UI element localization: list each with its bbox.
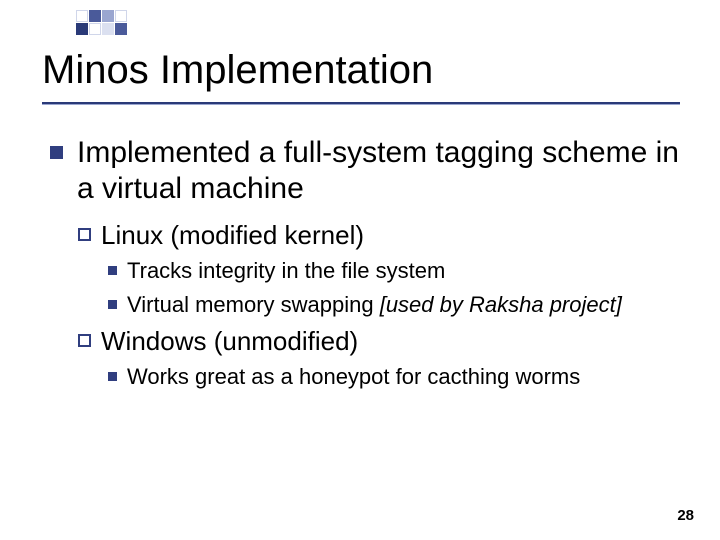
bullet-text-italic: [used by Raksha project] [380, 292, 622, 317]
header-grid-icon [76, 10, 128, 36]
slide-title: Minos Implementation [42, 48, 433, 93]
hollow-square-bullet-icon [78, 228, 91, 241]
small-square-bullet-icon [108, 266, 117, 275]
bullet-level2-windows: Windows (unmodified) [78, 325, 696, 357]
hollow-square-bullet-icon [78, 334, 91, 347]
bullet-text-part: Virtual memory swapping [127, 292, 380, 317]
bullet-text: Virtual memory swapping [used by Raksha … [127, 291, 622, 319]
square-bullet-icon [50, 146, 63, 159]
bullet-text: Windows (unmodified) [101, 325, 358, 357]
bullet-text: Works great as a honeypot for cacthing w… [127, 363, 580, 391]
page-number: 28 [677, 507, 694, 524]
title-underline [42, 102, 680, 105]
small-square-bullet-icon [108, 372, 117, 381]
small-square-bullet-icon [108, 300, 117, 309]
slide-body: Implemented a full-system tagging scheme… [50, 135, 696, 393]
bullet-level1: Implemented a full-system tagging scheme… [50, 135, 696, 207]
bullet-text: Implemented a full-system tagging scheme… [77, 135, 696, 207]
bullet-level2-linux: Linux (modified kernel) [78, 219, 696, 251]
bullet-text: Tracks integrity in the file system [127, 257, 445, 285]
bullet-text: Linux (modified kernel) [101, 219, 364, 251]
bullet-level3: Tracks integrity in the file system [108, 257, 696, 285]
header-decoration [76, 10, 596, 36]
bullet-level3: Works great as a honeypot for cacthing w… [108, 363, 696, 391]
bullet-level3: Virtual memory swapping [used by Raksha … [108, 291, 696, 319]
